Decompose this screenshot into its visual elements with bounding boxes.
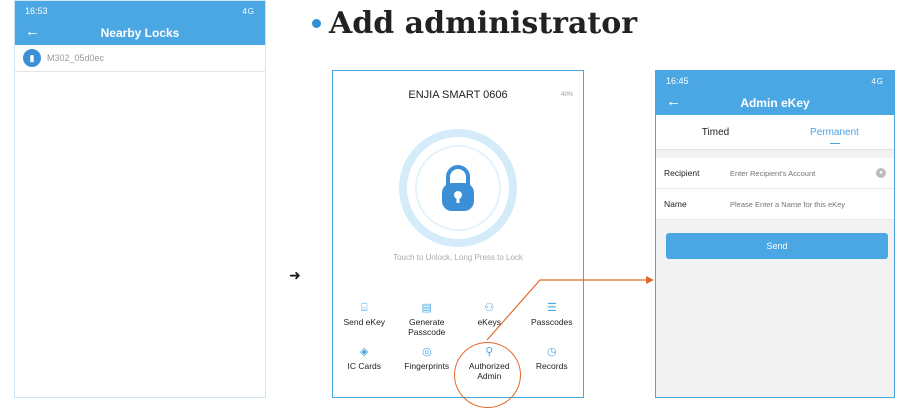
header-bar: 16:45 4G ← Admin eKey — [656, 71, 894, 115]
recipient-input[interactable] — [728, 167, 876, 179]
tab-permanent[interactable]: Permanent — [775, 127, 894, 144]
tab-timed[interactable]: Timed — [656, 127, 775, 138]
status-time: 16:45 — [666, 76, 689, 86]
status-bar: 16:45 4G — [656, 71, 894, 91]
signal-indicator: 4G — [871, 76, 884, 86]
contact-icon[interactable]: ● — [876, 168, 886, 178]
recipient-label: Recipient — [664, 168, 700, 178]
name-input[interactable] — [728, 198, 886, 210]
name-label: Name — [664, 199, 687, 209]
screen-title: Admin eKey — [740, 96, 810, 110]
recipient-row: Recipient ● — [656, 158, 894, 189]
back-arrow-icon[interactable]: ← — [666, 93, 681, 110]
admin-ekey-screen: 16:45 4G ← Admin eKey Timed Permanent Re… — [655, 70, 895, 398]
name-row: Name — [656, 189, 894, 220]
send-button[interactable]: Send — [666, 233, 888, 259]
tab-bar: Timed Permanent — [656, 115, 894, 150]
title-row: ← Admin eKey — [656, 91, 894, 115]
